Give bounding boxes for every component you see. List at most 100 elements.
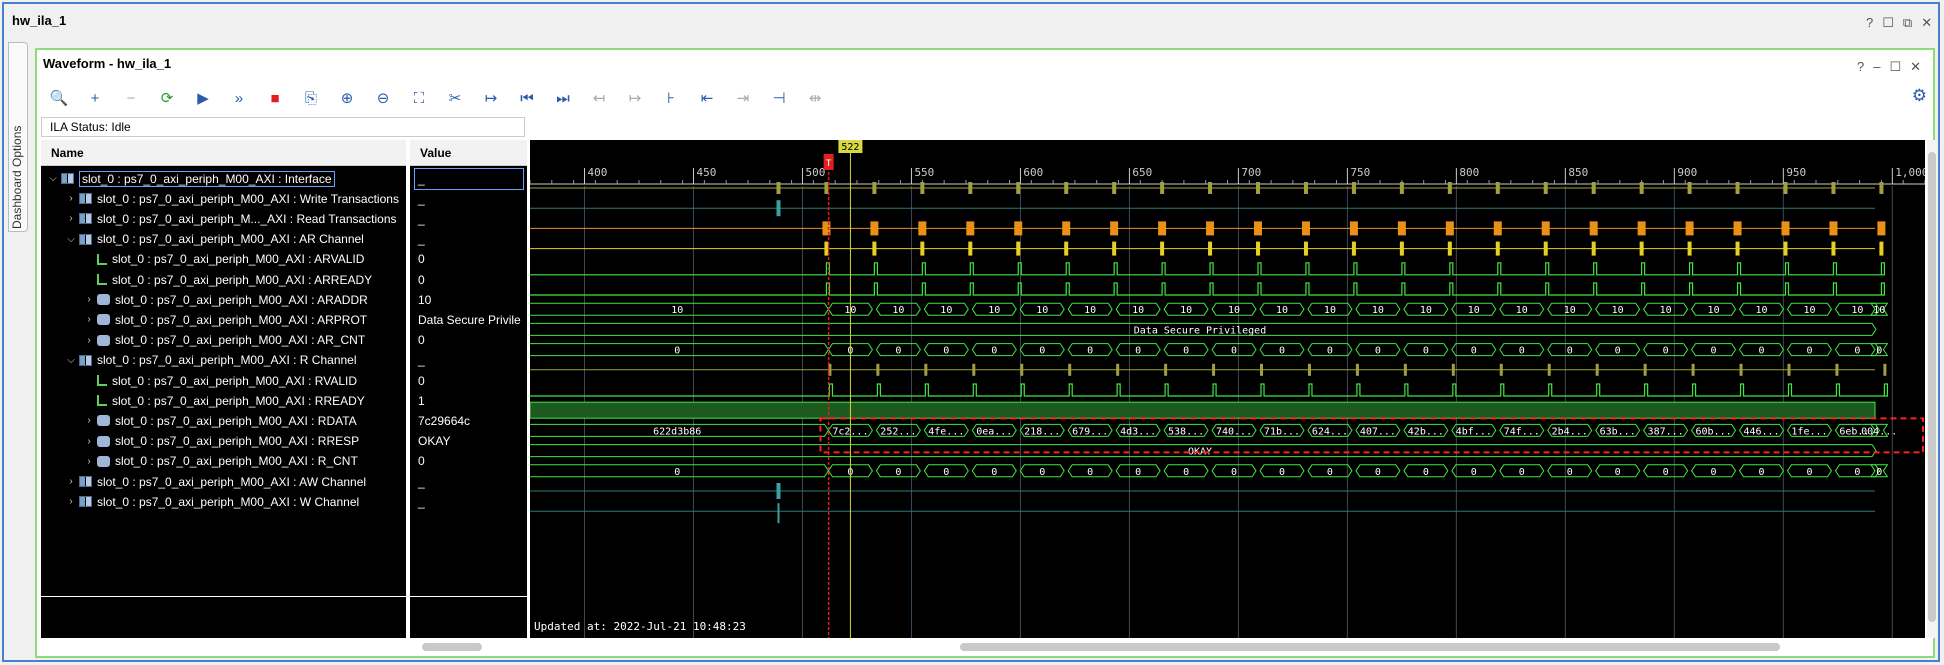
ruler-tick-label: 750 bbox=[1350, 166, 1370, 179]
interface-burst-mark bbox=[1639, 182, 1644, 194]
r-cnt-label: 0 bbox=[1231, 467, 1237, 478]
rdata-label: 446... bbox=[1743, 426, 1779, 437]
rready-high-fill bbox=[529, 401, 1876, 419]
rdata-label: 1fe... bbox=[1791, 426, 1827, 437]
expand-chevron-icon[interactable]: › bbox=[63, 476, 79, 487]
window-title: hw_ila_1 bbox=[12, 13, 67, 28]
collapse-chevron-icon[interactable]: ⌵ bbox=[63, 234, 79, 245]
r-channel-mark bbox=[1307, 363, 1311, 376]
search-icon[interactable]: 🔍 bbox=[41, 86, 77, 110]
zoom-cursor-icon[interactable]: ✂ bbox=[437, 86, 473, 110]
expand-chevron-icon[interactable]: › bbox=[81, 456, 97, 467]
ar-channel-mark bbox=[1112, 241, 1117, 256]
previous-marker-icon[interactable]: ⇤ bbox=[689, 86, 725, 110]
run-continuous-icon[interactable]: » bbox=[221, 86, 257, 110]
read-transaction-mark bbox=[1110, 221, 1119, 236]
waveform-canvas[interactable]: 400 450 500 550 600 650 700 750 800 850 900 950 1,00… bbox=[529, 140, 1928, 638]
panel-minimize-icon[interactable]: – bbox=[1873, 59, 1880, 75]
panel-maximize-icon[interactable]: ☐ bbox=[1889, 59, 1901, 75]
signal-name: slot_0 : ps7_0_axi_periph_M00_AXI : AR C… bbox=[97, 232, 364, 247]
expand-chevron-icon[interactable]: › bbox=[63, 496, 79, 507]
read-transaction-mark bbox=[1829, 221, 1838, 236]
cursor-flag-label: 522 bbox=[841, 142, 859, 153]
ar-channel-mark bbox=[968, 241, 973, 256]
araddr-label: 10 bbox=[1660, 305, 1672, 316]
collapse-chevron-icon[interactable]: ⌵ bbox=[45, 173, 61, 184]
run-trigger-icon[interactable]: ▶ bbox=[185, 86, 221, 110]
interface-burst-mark bbox=[1495, 182, 1500, 194]
ar-cnt-label: 0 bbox=[1135, 346, 1141, 357]
zoom-in-icon[interactable]: ⊕ bbox=[329, 86, 365, 110]
expand-chevron-icon[interactable]: › bbox=[63, 213, 79, 224]
zoom-fit-icon[interactable]: ⛶ bbox=[401, 86, 437, 110]
r-cnt-label: 0 bbox=[1567, 467, 1573, 478]
value-horizontal-scrollbar[interactable] bbox=[410, 640, 527, 654]
add-icon[interactable]: + bbox=[77, 86, 113, 110]
expand-chevron-icon[interactable]: › bbox=[81, 294, 97, 305]
go-to-end-icon[interactable]: ⏭ bbox=[545, 86, 581, 110]
interface-burst-mark bbox=[776, 182, 781, 194]
expand-chevron-icon[interactable]: › bbox=[63, 193, 79, 204]
expand-chevron-icon[interactable]: › bbox=[81, 335, 97, 346]
stop-icon[interactable]: ■ bbox=[257, 86, 293, 110]
araddr-label: 10 bbox=[1420, 305, 1432, 316]
signal-name: slot_0 : ps7_0_axi_periph_M00_AXI : ARAD… bbox=[115, 292, 368, 307]
updated-at-label: Updated at: 2022-Jul-21 10:48:23 bbox=[534, 620, 746, 633]
export-icon[interactable]: ⎘ bbox=[293, 86, 329, 110]
panel-controls[interactable]: ? – ☐ ✕ bbox=[1857, 59, 1921, 75]
expand-chevron-icon[interactable]: › bbox=[81, 415, 97, 426]
vertical-scroll-thumb[interactable] bbox=[1928, 152, 1936, 622]
signal-value: _ bbox=[418, 494, 425, 509]
float-icon[interactable]: ⧉ bbox=[1903, 15, 1912, 31]
value-scroll-thumb[interactable] bbox=[422, 643, 482, 651]
dashboard-options-tab[interactable]: Dashboard Options bbox=[8, 42, 28, 232]
r-cnt-label: 0 bbox=[1711, 467, 1717, 478]
next-transition-icon[interactable]: ↦ bbox=[617, 86, 653, 110]
expand-chevron-icon[interactable]: › bbox=[81, 436, 97, 447]
waveform-scroll-thumb[interactable] bbox=[960, 643, 1780, 651]
ar-cnt-label: 0 bbox=[1663, 346, 1669, 357]
signal-name: slot_0 : ps7_0_axi_periph_M00_AXI : ARVA… bbox=[112, 252, 365, 267]
ar-channel-mark bbox=[1495, 241, 1500, 256]
name-column-header[interactable]: Name bbox=[41, 140, 406, 166]
expand-chevron-icon[interactable]: › bbox=[81, 314, 97, 325]
signal-row[interactable]: › slot_0 : ps7_0_axi_periph_M00_AXI : W C… bbox=[63, 489, 359, 514]
collapse-chevron-icon[interactable]: ⌵ bbox=[63, 355, 79, 366]
arprot-label: Data Secure Privileged bbox=[1134, 325, 1266, 336]
interface-burst-mark bbox=[1735, 182, 1740, 194]
previous-transition-icon[interactable]: ↤ bbox=[581, 86, 617, 110]
settings-gear-icon[interactable]: ⚙ bbox=[1912, 86, 1927, 106]
ar-cnt-label: 0 bbox=[1854, 346, 1860, 357]
waveform-area[interactable]: 400 450 500 550 600 650 700 750 800 850 900 950 1,00… bbox=[529, 140, 1928, 638]
go-to-start-icon[interactable]: ⏮ bbox=[509, 86, 545, 110]
window-controls[interactable]: ? ☐ ⧉ ✕ bbox=[1866, 15, 1932, 31]
w-channel-mark bbox=[777, 503, 780, 524]
run-trigger-immediate-icon[interactable]: ⟳ bbox=[149, 86, 185, 110]
ar-channel-mark bbox=[1879, 241, 1884, 256]
panel-close-icon[interactable]: ✕ bbox=[1910, 59, 1921, 75]
close-icon[interactable]: ✕ bbox=[1921, 15, 1932, 31]
restore-icon[interactable]: ☐ bbox=[1882, 15, 1894, 31]
next-marker-icon[interactable]: ⇥ bbox=[725, 86, 761, 110]
rdata-label: 71b... bbox=[1264, 426, 1300, 437]
ar-cnt-label: 0 bbox=[1087, 346, 1093, 357]
remove-icon[interactable]: − bbox=[113, 86, 149, 110]
waveform-vertical-scrollbar[interactable] bbox=[1927, 140, 1937, 638]
read-transaction-mark bbox=[1301, 221, 1310, 236]
r-channel-mark bbox=[1499, 363, 1503, 376]
panel-help-icon[interactable]: ? bbox=[1857, 59, 1864, 75]
go-to-cursor-icon[interactable]: ↦ bbox=[473, 86, 509, 110]
swap-cursors-icon[interactable]: ⇹ bbox=[797, 86, 833, 110]
r-channel-mark bbox=[1739, 363, 1743, 376]
add-marker-icon[interactable]: ⊦ bbox=[653, 86, 689, 110]
delete-marker-icon[interactable]: ⊣ bbox=[761, 86, 797, 110]
zoom-out-icon[interactable]: ⊖ bbox=[365, 86, 401, 110]
value-column-header[interactable]: Value bbox=[410, 140, 527, 166]
waveform-horizontal-scrollbar[interactable] bbox=[530, 640, 1925, 654]
interface-burst-mark bbox=[1879, 182, 1884, 194]
read-transaction-mark bbox=[870, 221, 879, 236]
read-transaction-mark bbox=[1877, 221, 1886, 236]
help-icon[interactable]: ? bbox=[1866, 15, 1873, 31]
interface-bus-icon bbox=[79, 213, 92, 225]
rdata-label: 4fe... bbox=[928, 426, 964, 437]
